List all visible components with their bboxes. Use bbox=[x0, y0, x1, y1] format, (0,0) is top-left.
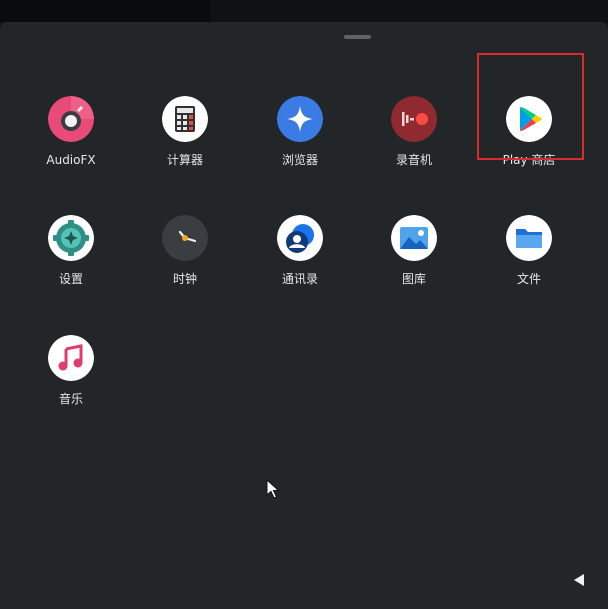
music-icon bbox=[48, 335, 94, 381]
app-label: 通讯录 bbox=[281, 272, 318, 286]
back-triangle-icon[interactable] bbox=[571, 572, 587, 588]
calculator-icon bbox=[162, 96, 208, 142]
highlight-box bbox=[477, 53, 584, 160]
app-label: 浏览器 bbox=[281, 153, 318, 167]
gallery-icon bbox=[391, 215, 437, 261]
app-label: 计算器 bbox=[166, 153, 203, 167]
app-contacts[interactable]: 通讯录 bbox=[245, 215, 355, 315]
app-files[interactable]: 文件 bbox=[474, 215, 584, 315]
app-gallery[interactable]: 图库 bbox=[359, 215, 469, 315]
top-status-strip bbox=[0, 0, 608, 22]
drawer-handle[interactable] bbox=[344, 35, 371, 39]
audiofx-icon bbox=[48, 96, 94, 142]
app-label: 录音机 bbox=[395, 153, 432, 167]
app-label: 设置 bbox=[58, 272, 83, 286]
recorder-icon bbox=[391, 96, 437, 142]
files-icon bbox=[506, 215, 552, 261]
app-label: 时钟 bbox=[172, 272, 197, 286]
app-label: 音乐 bbox=[58, 392, 83, 406]
app-label: AudioFX bbox=[46, 153, 96, 167]
settings-icon bbox=[48, 215, 94, 261]
app-audiofx[interactable]: AudioFX bbox=[16, 96, 126, 196]
contacts-icon bbox=[277, 215, 323, 261]
app-recorder[interactable]: 录音机 bbox=[359, 96, 469, 196]
browser-icon bbox=[277, 96, 323, 142]
top-strip-dark-region bbox=[0, 0, 210, 22]
mouse-pointer-icon bbox=[266, 479, 280, 499]
app-browser[interactable]: 浏览器 bbox=[245, 96, 355, 196]
app-label: 文件 bbox=[516, 272, 541, 286]
app-calculator[interactable]: 计算器 bbox=[130, 96, 240, 196]
app-clock[interactable]: 时钟 bbox=[130, 215, 240, 315]
app-music[interactable]: 音乐 bbox=[16, 335, 126, 435]
app-label: 图库 bbox=[401, 272, 426, 286]
app-settings[interactable]: 设置 bbox=[16, 215, 126, 315]
clock-icon bbox=[162, 215, 208, 261]
